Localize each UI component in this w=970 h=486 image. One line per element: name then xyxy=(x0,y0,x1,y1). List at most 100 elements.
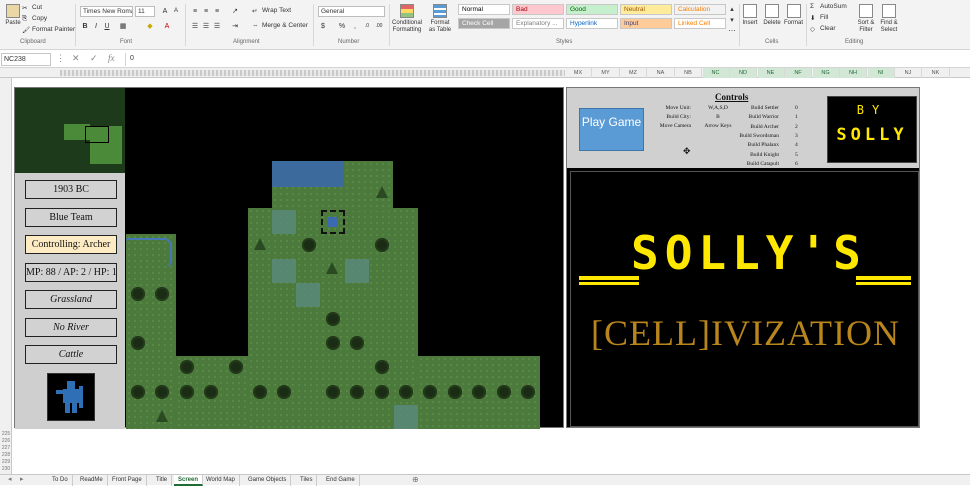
number-format-select[interactable]: General xyxy=(318,6,385,17)
cell-style-calculation[interactable]: Calculation xyxy=(674,4,726,15)
sheet-tab[interactable]: Screen xyxy=(174,475,204,486)
underline-icon[interactable]: U xyxy=(102,21,112,30)
gallery-up-icon[interactable]: ▴ xyxy=(727,4,737,13)
copy-button[interactable]: ⎘ Copy xyxy=(22,15,47,22)
cut-button[interactable]: ✂ Cut xyxy=(22,4,42,12)
cell-style-hyperlink[interactable]: Hyperlink xyxy=(566,18,618,29)
build-key: 1 xyxy=(795,114,798,121)
merge-center-button[interactable]: ⇔ Merge & Center xyxy=(252,22,308,29)
sheet-tab[interactable]: Game Objects xyxy=(244,475,292,486)
autosum-button[interactable]: Σ AutoSum xyxy=(810,3,847,10)
next-sheet-icon[interactable]: ▸ xyxy=(20,475,24,483)
align-top-icon[interactable]: ≡ xyxy=(190,6,200,15)
title-underline-right xyxy=(856,282,911,285)
forest-tile xyxy=(253,385,267,399)
paste-button[interactable]: Paste xyxy=(3,4,23,27)
sheet-tab[interactable]: End Game xyxy=(322,475,360,486)
row-header[interactable]: 226 xyxy=(0,438,12,444)
row-header[interactable]: 225 xyxy=(0,431,12,437)
indent-icon[interactable]: ⇥ xyxy=(230,21,240,30)
game-map[interactable] xyxy=(126,88,541,429)
function-icon[interactable]: fx xyxy=(108,53,115,63)
cell-style-input[interactable]: Input xyxy=(620,18,672,29)
cell-style-normal[interactable]: Normal xyxy=(458,4,510,15)
minimap[interactable] xyxy=(15,88,125,173)
bold-icon[interactable]: B xyxy=(80,21,90,30)
cancel-icon[interactable]: ✕ xyxy=(72,53,80,64)
increase-decimal-icon[interactable]: .0 xyxy=(362,21,372,30)
insert-button[interactable]: Insert xyxy=(741,4,759,27)
sheet-tab[interactable]: Title xyxy=(152,475,173,486)
minimap-viewport xyxy=(85,126,109,143)
enter-icon[interactable]: ✓ xyxy=(90,53,98,64)
column-header[interactable]: NA xyxy=(648,68,675,78)
sheet-tab[interactable]: ReadMe xyxy=(76,475,108,486)
formula-input[interactable]: 0 xyxy=(125,53,969,66)
orientation-icon[interactable]: ↗ xyxy=(230,6,240,15)
align-center-icon[interactable]: ☰ xyxy=(201,21,211,30)
sheet-tab[interactable]: World Map xyxy=(202,475,240,486)
column-header[interactable]: NG xyxy=(812,68,840,78)
sheet-tab[interactable]: Tiles xyxy=(296,475,318,486)
column-header[interactable]: NB xyxy=(675,68,702,78)
play-game-button[interactable]: Play Game xyxy=(579,108,644,151)
increase-font-icon[interactable]: A xyxy=(160,6,170,15)
comma-icon[interactable]: , xyxy=(350,21,360,30)
font-name-select[interactable]: Times New Roma xyxy=(80,6,133,17)
column-header[interactable]: NI xyxy=(867,68,895,78)
fill-button[interactable]: ⬇ Fill xyxy=(810,14,828,22)
percent-icon[interactable]: % xyxy=(337,21,347,30)
format-painter-button[interactable]: 🖌 Format Painter xyxy=(22,26,75,34)
column-header[interactable]: ND xyxy=(730,68,757,78)
name-box[interactable]: NC238 xyxy=(1,53,51,66)
cell-style-neutral[interactable]: Neutral xyxy=(620,4,672,15)
column-header[interactable]: NH xyxy=(840,68,867,78)
font-size-select[interactable]: 11 xyxy=(135,6,155,17)
add-sheet-icon[interactable]: ⊕ xyxy=(412,475,419,484)
column-header[interactable]: NK xyxy=(923,68,950,78)
align-left-icon[interactable]: ☰ xyxy=(190,21,200,30)
decrease-font-icon[interactable]: A xyxy=(171,6,181,15)
selected-unit-cursor[interactable] xyxy=(321,210,345,234)
find-select-button[interactable]: Find & Select xyxy=(878,4,900,34)
forest-tile xyxy=(180,360,194,374)
gallery-more-icon[interactable]: ⋯ xyxy=(727,26,737,35)
row-header[interactable]: 228 xyxy=(0,452,12,458)
column-header[interactable]: MZ xyxy=(620,68,647,78)
fill-color-icon[interactable]: ◆ xyxy=(145,21,155,30)
column-header[interactable]: NC xyxy=(702,68,730,78)
align-middle-icon[interactable]: ≡ xyxy=(201,6,211,15)
info-box: 1903 BC xyxy=(25,180,117,199)
decrease-decimal-icon[interactable]: .00 xyxy=(374,21,384,30)
align-bottom-icon[interactable]: ≡ xyxy=(212,6,222,15)
cell-style-good[interactable]: Good xyxy=(566,4,618,15)
clear-button[interactable]: ◇ Clear xyxy=(810,25,836,33)
font-color-icon[interactable]: A xyxy=(162,21,172,30)
sheet-tab[interactable]: Front Page xyxy=(108,475,147,486)
sheet-tab[interactable]: To Do xyxy=(48,475,73,486)
wrap-text-button[interactable]: ↵ Wrap Text xyxy=(252,7,291,15)
align-right-icon[interactable]: ☰ xyxy=(212,21,222,30)
column-header[interactable]: MX xyxy=(565,68,592,78)
gallery-down-icon[interactable]: ▾ xyxy=(727,15,737,24)
column-header[interactable]: NE xyxy=(757,68,785,78)
row-header[interactable]: 229 xyxy=(0,459,12,465)
column-header[interactable]: NF xyxy=(785,68,812,78)
cell-style-linked-cell[interactable]: Linked Cell xyxy=(674,18,726,29)
borders-icon[interactable]: ▦ xyxy=(118,21,128,30)
cell-style-bad[interactable]: Bad xyxy=(512,4,564,15)
column-header[interactable]: NJ xyxy=(895,68,922,78)
format-as-table-button[interactable]: Format as Table xyxy=(427,4,453,34)
row-header[interactable]: 230 xyxy=(0,466,12,472)
italic-icon[interactable]: I xyxy=(91,21,101,30)
format-button[interactable]: Format xyxy=(783,4,804,27)
conditional-formatting-button[interactable]: Conditional Formatting xyxy=(391,4,423,34)
currency-icon[interactable]: $ xyxy=(318,21,328,30)
cell-style-explanatory[interactable]: Explanatory ... xyxy=(512,18,564,29)
row-header[interactable]: 227 xyxy=(0,445,12,451)
sort-filter-button[interactable]: Sort & Filter xyxy=(853,4,879,34)
cell-style-check-cell[interactable]: Check Cell xyxy=(458,18,510,29)
column-header[interactable]: MY xyxy=(593,68,620,78)
prev-sheet-icon[interactable]: ◂ xyxy=(8,475,12,483)
delete-button[interactable]: Delete xyxy=(762,4,782,27)
